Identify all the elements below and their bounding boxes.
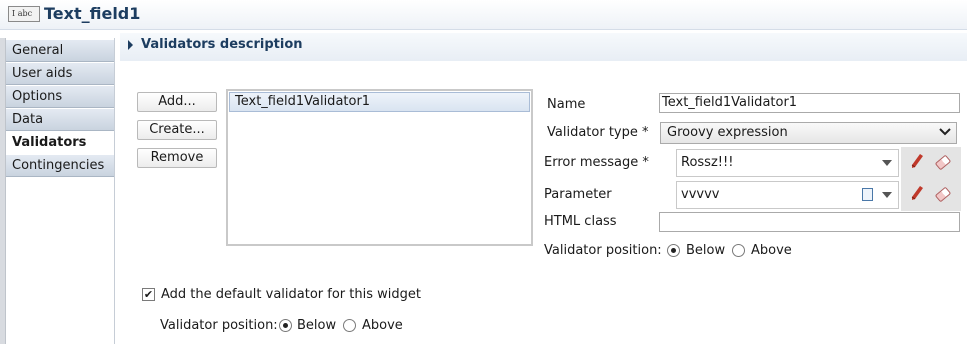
error-message-value: Rossz!!! xyxy=(681,155,734,170)
tab-validators[interactable]: Validators xyxy=(6,132,114,154)
html-class-field[interactable] xyxy=(659,212,960,232)
document-icon[interactable] xyxy=(862,188,873,201)
tab-general[interactable]: General xyxy=(6,40,114,62)
default-position-label: Validator position: xyxy=(160,318,278,333)
window-title: Text_field1 xyxy=(44,4,141,23)
tab-data[interactable]: Data xyxy=(6,109,114,131)
position-below-label: Below xyxy=(686,243,726,258)
error-message-label: Error message * xyxy=(544,155,649,170)
default-validator-checkbox[interactable]: ✔ xyxy=(142,288,155,301)
edit-icon[interactable] xyxy=(910,185,924,205)
expand-arrow-icon[interactable] xyxy=(128,40,133,50)
position-above-radio[interactable] xyxy=(732,244,745,257)
name-field[interactable]: Text_field1Validator1 xyxy=(659,93,960,113)
validator-list[interactable] xyxy=(226,89,533,246)
default-position-below-label: Below xyxy=(297,318,337,333)
default-validator-label: Add the default validator for this widge… xyxy=(161,287,421,302)
name-label: Name xyxy=(547,97,586,112)
default-position-above-radio[interactable] xyxy=(343,319,356,332)
remove-button[interactable]: Remove xyxy=(137,148,217,168)
tab-options[interactable]: Options xyxy=(6,86,114,108)
edit-icon[interactable] xyxy=(910,153,924,173)
default-position-below-radio[interactable] xyxy=(279,319,292,332)
parameter-label: Parameter xyxy=(544,187,612,202)
section-title: Validators description xyxy=(141,37,303,52)
parameter-dropdown-button[interactable] xyxy=(876,182,898,208)
error-message-dropdown-button[interactable] xyxy=(876,150,898,176)
nav-divider xyxy=(114,38,115,344)
position-above-label: Above xyxy=(751,243,792,258)
validator-type-select[interactable]: Groovy expression xyxy=(660,122,957,144)
chevron-down-icon[interactable] xyxy=(939,126,951,140)
parameter-value: vvvvv xyxy=(681,187,720,202)
create-button[interactable]: Create... xyxy=(137,120,217,140)
text-field-widget-icon: I abc xyxy=(8,6,40,22)
position-below-radio[interactable] xyxy=(667,244,680,257)
tab-contingencies[interactable]: Contingencies xyxy=(6,155,114,177)
error-message-field[interactable]: Rossz!!! xyxy=(676,149,899,177)
title-bar xyxy=(0,0,967,30)
tab-user-aids[interactable]: User aids xyxy=(6,63,114,85)
validator-position-label: Validator position: xyxy=(544,243,662,258)
html-class-label: HTML class xyxy=(544,214,617,229)
list-item[interactable]: Text_field1Validator1 xyxy=(229,92,530,112)
default-position-above-label: Above xyxy=(362,318,403,333)
add-button[interactable]: Add... xyxy=(137,92,217,112)
validator-type-label: Validator type * xyxy=(547,125,649,140)
